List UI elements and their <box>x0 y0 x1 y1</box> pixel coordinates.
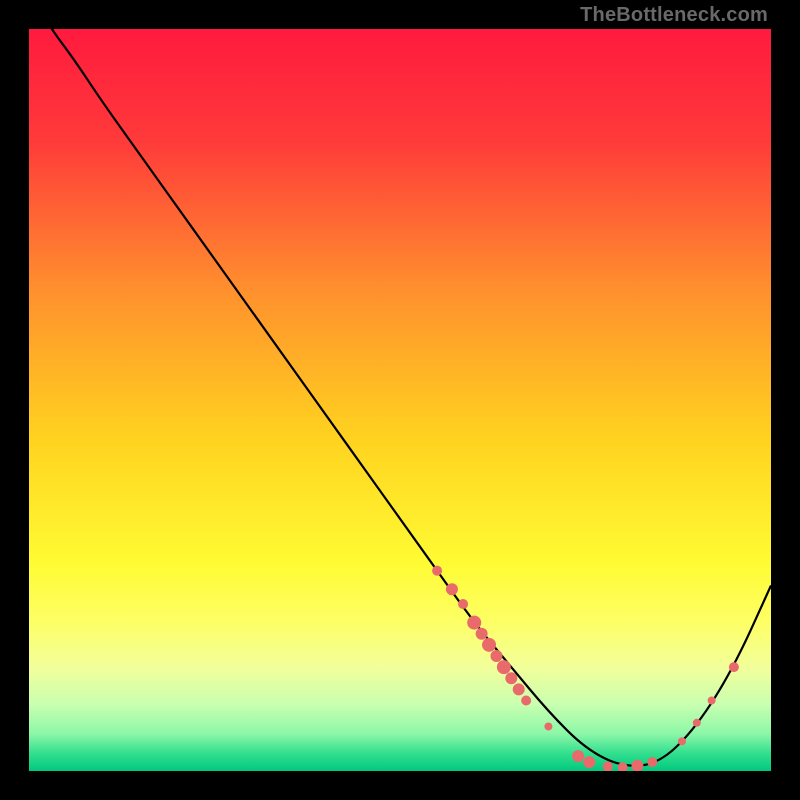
gradient-background <box>29 29 771 771</box>
data-point-marker <box>678 737 686 745</box>
data-point-marker <box>521 696 531 706</box>
data-point-marker <box>583 756 595 768</box>
data-point-marker <box>432 566 442 576</box>
data-point-marker <box>708 697 716 705</box>
data-point-marker <box>572 750 584 762</box>
data-point-marker <box>693 719 701 727</box>
data-point-marker <box>513 683 525 695</box>
data-point-marker <box>458 599 468 609</box>
bottleneck-chart <box>29 29 771 771</box>
chart-frame <box>29 29 771 771</box>
data-point-marker <box>729 662 739 672</box>
data-point-marker <box>476 628 488 640</box>
data-point-marker <box>482 638 496 652</box>
data-point-marker <box>490 650 502 662</box>
data-point-marker <box>647 757 657 767</box>
data-point-marker <box>446 583 458 595</box>
data-point-marker <box>505 672 517 684</box>
data-point-marker <box>467 616 481 630</box>
data-point-marker <box>544 722 552 730</box>
data-point-marker <box>497 660 511 674</box>
watermark-label: TheBottleneck.com <box>580 4 768 27</box>
